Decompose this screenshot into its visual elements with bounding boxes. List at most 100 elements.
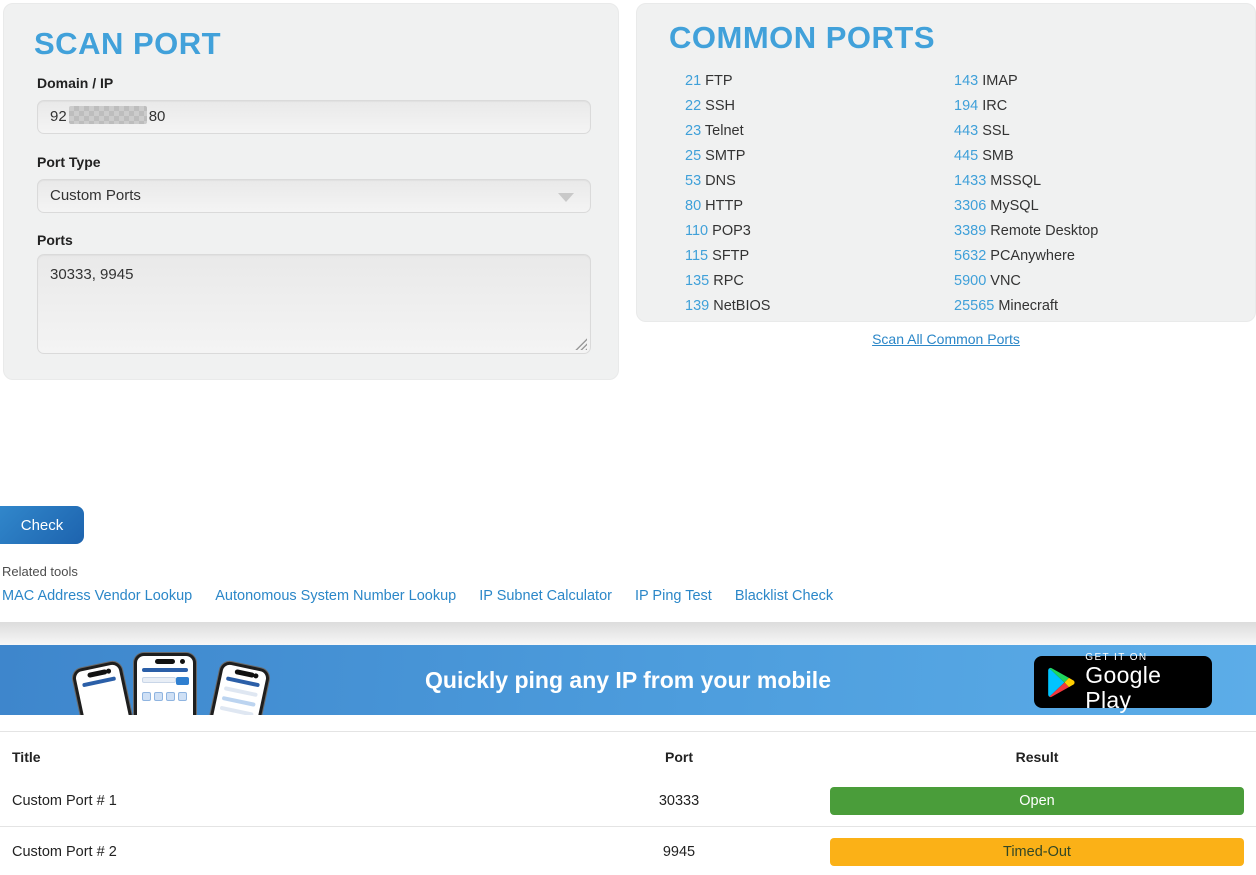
- common-port-number: 143: [954, 73, 978, 89]
- common-port-name: Minecraft: [994, 298, 1058, 314]
- common-port-item: 80 HTTP: [685, 194, 770, 219]
- common-port-number: 22: [685, 98, 701, 114]
- ports-value: 30333, 9945: [50, 266, 133, 283]
- header-title: Title: [12, 749, 41, 765]
- common-port-number: 80: [685, 198, 701, 214]
- common-port-number: 25565: [954, 298, 994, 314]
- common-ports-column-left: 21 FTP22 SSH23 Telnet25 SMTP53 DNS80 HTT…: [685, 69, 770, 319]
- common-port-item: 445 SMB: [954, 144, 1098, 169]
- domain-input[interactable]: 92 80: [37, 100, 591, 134]
- scan-all-common-ports-link[interactable]: Scan All Common Ports: [636, 331, 1256, 347]
- common-port-number: 194: [954, 98, 978, 114]
- port-type-selected-value: Custom Ports: [50, 187, 141, 204]
- results-header-row: Title Port Result: [0, 732, 1256, 776]
- common-port-name: Remote Desktop: [986, 223, 1098, 239]
- common-port-number: 443: [954, 123, 978, 139]
- common-port-name: IRC: [978, 98, 1007, 114]
- common-ports-title: COMMON PORTS: [669, 20, 935, 56]
- related-tools-links: MAC Address Vendor Lookup Autonomous Syst…: [2, 588, 833, 604]
- common-port-item: 3306 MySQL: [954, 194, 1098, 219]
- resize-handle-icon[interactable]: [575, 338, 587, 350]
- common-port-number: 445: [954, 148, 978, 164]
- result-port: 30333: [600, 776, 758, 826]
- common-port-item: 53 DNS: [685, 169, 770, 194]
- common-port-name: VNC: [986, 273, 1021, 289]
- google-play-icon: [1047, 665, 1075, 700]
- common-port-item: 143 IMAP: [954, 69, 1098, 94]
- common-port-number: 139: [685, 298, 709, 314]
- result-row: Custom Port # 1 30333 Open: [0, 776, 1256, 826]
- common-port-number: 135: [685, 273, 709, 289]
- google-play-badge[interactable]: GET IT ON Google Play: [1034, 656, 1212, 708]
- common-port-number: 5632: [954, 248, 986, 264]
- common-port-number: 25: [685, 148, 701, 164]
- common-port-name: IMAP: [978, 73, 1017, 89]
- promo-banner: Quickly ping any IP from your mobile GET…: [0, 645, 1256, 715]
- phone-center: [134, 653, 196, 715]
- common-port-item: 135 RPC: [685, 269, 770, 294]
- related-tool-link[interactable]: IP Subnet Calculator: [479, 588, 612, 604]
- common-port-item: 139 NetBIOS: [685, 294, 770, 319]
- domain-value-prefix: 92: [50, 108, 67, 125]
- section-divider: [0, 622, 1256, 645]
- ports-label: Ports: [37, 232, 73, 248]
- common-port-number: 23: [685, 123, 701, 139]
- redacted-ip-blur: [69, 106, 147, 124]
- related-tool-link[interactable]: Autonomous System Number Lookup: [215, 588, 456, 604]
- common-port-number: 3389: [954, 223, 986, 239]
- common-port-item: 110 POP3: [685, 219, 770, 244]
- common-port-item: 22 SSH: [685, 94, 770, 119]
- domain-value-suffix: 80: [149, 108, 166, 125]
- common-port-item: 1433 MSSQL: [954, 169, 1098, 194]
- domain-ip-label: Domain / IP: [37, 75, 113, 91]
- common-port-name: SMB: [978, 148, 1013, 164]
- common-port-number: 1433: [954, 173, 986, 189]
- common-port-name: SSL: [978, 123, 1009, 139]
- common-port-name: DNS: [701, 173, 736, 189]
- port-type-select[interactable]: Custom Ports: [37, 179, 591, 213]
- common-port-name: MySQL: [986, 198, 1038, 214]
- common-port-item: 194 IRC: [954, 94, 1098, 119]
- results-table: Title Port Result Custom Port # 1 30333 Op…: [0, 731, 1256, 875]
- result-title: Custom Port # 2: [12, 827, 117, 875]
- result-port: 9945: [600, 827, 758, 875]
- common-port-item: 443 SSL: [954, 119, 1098, 144]
- related-tool-link[interactable]: Blacklist Check: [735, 588, 833, 604]
- ports-textarea[interactable]: 30333, 9945: [37, 254, 591, 354]
- result-title: Custom Port # 1: [12, 776, 117, 826]
- related-tool-link[interactable]: MAC Address Vendor Lookup: [2, 588, 192, 604]
- common-port-number: 110: [685, 223, 708, 239]
- common-port-item: 3389 Remote Desktop: [954, 219, 1098, 244]
- common-port-item: 115 SFTP: [685, 244, 770, 269]
- common-port-name: SMTP: [701, 148, 745, 164]
- badge-google-play: Google Play: [1085, 663, 1199, 711]
- common-port-name: SFTP: [708, 248, 749, 264]
- port-type-label: Port Type: [37, 154, 101, 170]
- header-result: Result: [830, 749, 1244, 765]
- result-row: Custom Port # 2 9945 Timed-Out: [0, 826, 1256, 875]
- common-port-name: FTP: [701, 73, 732, 89]
- common-port-item: 21 FTP: [685, 69, 770, 94]
- related-tool-link[interactable]: IP Ping Test: [635, 588, 712, 604]
- status-badge-timedout: Timed-Out: [830, 838, 1244, 866]
- common-ports-panel: COMMON PORTS 21 FTP22 SSH23 Telnet25 SMT…: [636, 3, 1256, 322]
- common-port-item: 5632 PCAnywhere: [954, 244, 1098, 269]
- related-tools-label: Related tools: [2, 564, 78, 579]
- page: SCAN PORT Domain / IP 92 80 Port Type Cus…: [0, 0, 1256, 875]
- common-port-item: 23 Telnet: [685, 119, 770, 144]
- common-port-name: HTTP: [701, 198, 743, 214]
- common-port-name: Telnet: [701, 123, 743, 139]
- common-port-number: 21: [685, 73, 701, 89]
- common-port-item: 25 SMTP: [685, 144, 770, 169]
- common-ports-column-right: 143 IMAP194 IRC443 SSL445 SMB1433 MSSQL3…: [954, 69, 1098, 319]
- common-port-name: SSH: [701, 98, 735, 114]
- common-port-number: 5900: [954, 273, 986, 289]
- common-port-number: 115: [685, 248, 708, 264]
- scan-port-title: SCAN PORT: [34, 26, 221, 62]
- status-badge-open: Open: [830, 787, 1244, 815]
- common-port-name: MSSQL: [986, 173, 1041, 189]
- header-port: Port: [600, 749, 758, 765]
- scan-port-panel: SCAN PORT Domain / IP 92 80 Port Type Cus…: [3, 3, 619, 380]
- check-button[interactable]: Check: [0, 506, 84, 544]
- common-port-name: RPC: [709, 273, 744, 289]
